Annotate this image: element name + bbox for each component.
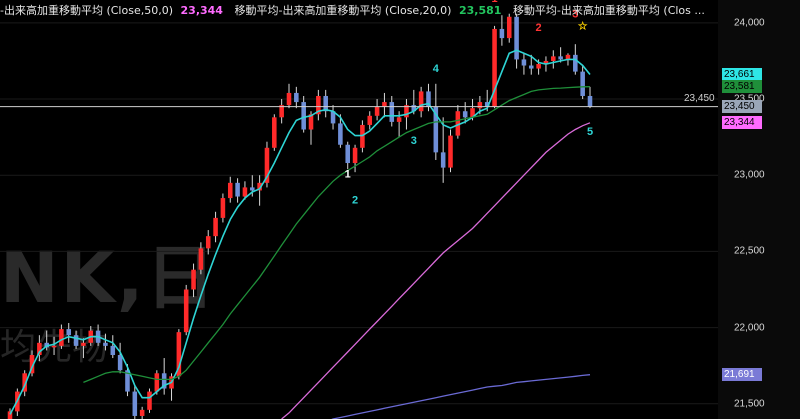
price-tick-label: 22,500 <box>734 245 765 257</box>
candle-body <box>59 329 64 346</box>
candle-body <box>352 147 358 164</box>
price-axis[interactable]: 24,000 23,500 23,000 22,500 22,000 21,500 23,6… <box>718 0 800 419</box>
candle-body <box>389 102 395 122</box>
legend-item-vwma-short: 移動平均-出来高加重移動平均 (Clos ... <box>513 4 709 17</box>
candle-body <box>227 182 233 199</box>
crosshair-price-label: 23,450 <box>684 92 715 104</box>
candle-body <box>536 63 541 69</box>
price-tick-label: 23,000 <box>734 169 765 181</box>
price-tick-label: 24,000 <box>734 17 765 29</box>
moving-average-line <box>83 86 591 384</box>
candle-body <box>528 65 534 69</box>
candle-body <box>521 59 527 66</box>
wave-label: 5 <box>587 126 593 138</box>
candle-body <box>499 28 505 39</box>
candle-body <box>154 373 160 392</box>
candle-body <box>272 117 277 148</box>
price-badge: 23,581 <box>722 80 762 94</box>
candle-body <box>103 342 108 346</box>
candle-body <box>558 56 563 60</box>
candle-body <box>338 123 343 145</box>
candle-body <box>477 102 483 109</box>
chart-window: NK,日 均先物 12341235☆ -出来高加重移動平均 (Close,50,… <box>0 0 800 419</box>
candle-body <box>374 106 380 116</box>
price-badge: 21,691 <box>722 368 762 382</box>
legend-label: -出来高加重移動平均 (Close,50,0) <box>0 4 174 17</box>
candle-body <box>198 248 204 270</box>
candle-body <box>191 269 196 290</box>
price-tick-label: 21,500 <box>734 398 765 410</box>
candle-body <box>235 182 240 197</box>
candle-body <box>587 95 593 107</box>
legend-value: 23,344 <box>180 4 223 17</box>
candle-body <box>286 92 292 106</box>
candle-body <box>514 16 519 60</box>
legend-item-vwma50: -出来高加重移動平均 (Close,50,0) 23,344 <box>0 4 227 17</box>
legend-value: 23,581 <box>458 4 502 17</box>
wave-label: 4 <box>433 63 440 75</box>
wave-label: 2 <box>536 22 542 34</box>
candle-body <box>418 91 424 112</box>
moving-average-line <box>331 374 591 419</box>
price-badge: 23,450 <box>722 100 762 114</box>
candle-body <box>132 391 138 416</box>
candle-body <box>367 115 373 125</box>
candle-body <box>250 187 255 191</box>
candle-body <box>117 355 123 371</box>
candle-body <box>205 236 211 249</box>
candle-body <box>580 71 585 96</box>
candle-body <box>242 187 248 197</box>
legend-label: 移動平均-出来高加重移動平均 (Clos ... <box>512 4 705 17</box>
legend-item-vwma20: 移動平均-出来高加重移動平均 (Close,20,0) 23,581 <box>234 4 505 17</box>
moving-average-line <box>281 122 591 419</box>
wave-label: 2 <box>352 195 358 207</box>
price-badge: 23,344 <box>722 116 762 130</box>
candle-body <box>213 217 218 237</box>
candle-body <box>345 144 350 164</box>
price-tick-label: 22,000 <box>734 322 765 334</box>
candle-body <box>110 345 116 356</box>
wave-label: ☆ <box>578 21 588 33</box>
candle-body <box>220 198 226 218</box>
candle-body <box>462 111 468 118</box>
candle-body <box>382 102 387 107</box>
candle-body <box>73 335 79 346</box>
price-plot[interactable]: 12341235☆ <box>0 0 718 419</box>
candle-body <box>51 345 57 348</box>
candle-body <box>183 289 189 333</box>
candle-body <box>81 342 86 346</box>
candle-body <box>139 409 145 416</box>
candle-body <box>147 391 152 410</box>
candle-body <box>294 92 299 103</box>
candle-body <box>551 56 556 61</box>
candle-body <box>573 54 578 72</box>
candle-body <box>440 152 446 168</box>
candle-body <box>396 117 402 122</box>
price-badge: 23,661 <box>722 68 762 81</box>
wave-label: 1 <box>345 169 351 181</box>
indicator-legend: -出来高加重移動平均 (Close,50,0) 23,344 移動平均-出来高加… <box>0 0 718 22</box>
legend-label: 移動平均-出来高加重移動平均 (Close,20,0) <box>234 4 452 17</box>
candle-body <box>448 135 453 168</box>
candle-body <box>66 329 72 336</box>
wave-label: 3 <box>411 135 417 147</box>
